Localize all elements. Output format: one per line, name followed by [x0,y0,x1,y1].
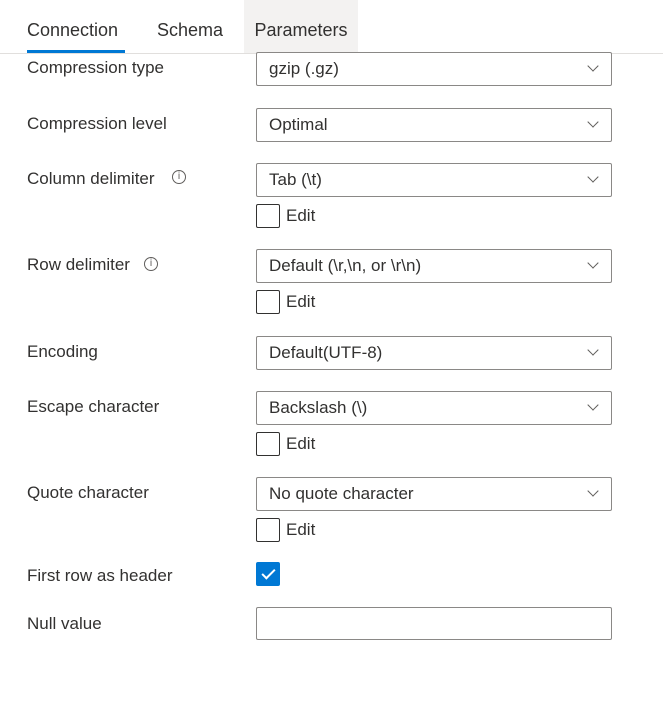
chevron-down-icon [587,399,599,411]
null-value-input[interactable] [256,607,612,640]
info-icon[interactable]: i [144,257,158,271]
active-tab-indicator [27,50,125,53]
checkmark-icon [261,565,276,580]
row-delimiter-value: Default (\r,\n, or \r\n) [269,256,422,275]
escape-character-label: Escape character [27,397,160,416]
row-delimiter-edit-checkbox[interactable] [256,290,280,314]
chevron-down-icon [587,171,599,183]
compression-type-dropdown[interactable]: gzip (.gz) [256,52,612,86]
chevron-down-icon [587,344,599,356]
tab-schema[interactable]: Schema [157,0,227,53]
quote-character-label: Quote character [27,483,149,502]
compression-type-value: gzip (.gz) [269,59,339,78]
compression-level-label: Compression level [27,114,167,133]
escape-character-dropdown[interactable]: Backslash (\) [256,391,612,425]
chevron-down-icon [587,485,599,497]
column-delimiter-label: Column delimiter [27,169,155,188]
compression-type-label: Compression type [27,58,165,77]
edit-label: Edit [286,292,316,311]
column-delimiter-value: Tab (\t) [269,170,322,189]
quote-character-edit-checkbox[interactable] [256,518,280,542]
compression-level-value: Optimal [269,115,328,134]
quote-character-value: No quote character [269,484,414,503]
encoding-dropdown[interactable]: Default(UTF-8) [256,336,612,370]
row-delimiter-label: Row delimiter [27,255,130,274]
quote-character-dropdown[interactable]: No quote character [256,477,612,511]
compression-level-dropdown[interactable]: Optimal [256,108,612,142]
escape-character-edit-checkbox[interactable] [256,432,280,456]
edit-label: Edit [286,434,316,453]
column-delimiter-edit-checkbox[interactable] [256,204,280,228]
tab-bar: Connection Schema Parameters [0,0,663,54]
first-row-header-label: First row as header [27,566,173,585]
edit-label: Edit [286,520,316,539]
encoding-value: Default(UTF-8) [269,343,383,362]
tab-connection[interactable]: Connection [27,0,125,53]
null-value-label: Null value [27,614,102,633]
column-delimiter-dropdown[interactable]: Tab (\t) [256,163,612,197]
chevron-down-icon [587,60,599,72]
chevron-down-icon [587,257,599,269]
info-icon[interactable]: i [172,170,186,184]
escape-character-value: Backslash (\) [269,398,368,417]
row-delimiter-dropdown[interactable]: Default (\r,\n, or \r\n) [256,249,612,283]
tab-parameters[interactable]: Parameters [244,0,358,53]
edit-label: Edit [286,206,316,225]
encoding-label: Encoding [27,342,98,361]
first-row-header-checkbox[interactable] [256,562,280,586]
chevron-down-icon [587,116,599,128]
